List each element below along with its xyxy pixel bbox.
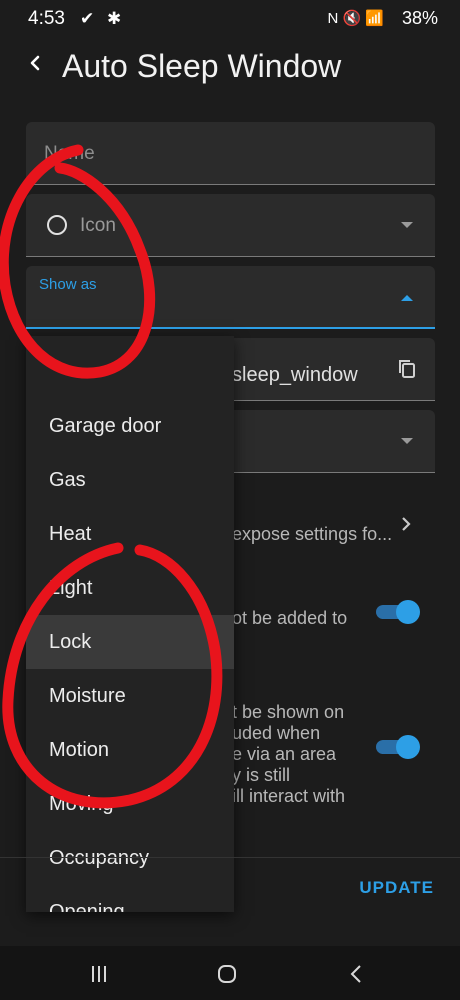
dropdown-arrow-icon[interactable] [399, 217, 415, 233]
name-field[interactable]: Name [26, 122, 435, 185]
visible-line-5: ill interact with [232, 786, 346, 806]
visible-line-3: e via an area [232, 744, 337, 764]
dropdown-item-garage-door[interactable]: Garage door [26, 399, 234, 453]
dropdown-item-cut[interactable] [26, 336, 234, 354]
entity-id-value: sleep_window [232, 364, 358, 386]
dropdown-item-moving[interactable]: Moving [26, 777, 234, 831]
icon-label: Icon [80, 215, 116, 236]
battery-percent: 38% [401, 8, 438, 28]
chevron-left-icon[interactable] [22, 48, 52, 78]
status-time: 4:53 [28, 8, 65, 29]
page-title: Auto Sleep Window [62, 48, 342, 84]
back-icon[interactable] [346, 963, 368, 985]
system-nav-bar [0, 946, 460, 1000]
show-as-field[interactable]: Show as [26, 266, 435, 329]
dropdown-item-occupancy[interactable]: Occupancy [26, 831, 234, 885]
home-icon[interactable] [216, 963, 238, 985]
dropdown-item-gas[interactable]: Gas [26, 453, 234, 507]
show-as-label: Show as [39, 276, 97, 293]
footer-divider [0, 857, 460, 858]
visible-line-1: t be shown on [232, 702, 345, 722]
dropdown-item-opening[interactable]: Opening [26, 885, 234, 912]
show-as-dropdown[interactable]: Garage door Gas Heat Light Lock Moisture… [26, 336, 234, 912]
visible-line-2: uded when [232, 723, 321, 743]
dropdown-item-heat[interactable]: Heat [26, 507, 234, 561]
dropdown-item-moisture[interactable]: Moisture [26, 669, 234, 723]
dropdown-item-light[interactable]: Light [26, 561, 234, 615]
circle-icon [47, 215, 67, 235]
visible-line-4: y is still [232, 765, 290, 785]
dropdown-arrow-up-icon[interactable] [399, 290, 415, 306]
system-icons: N 🔇 📶 [327, 10, 384, 27]
copy-icon[interactable] [397, 358, 417, 380]
update-button[interactable]: UPDATE [359, 878, 434, 898]
dropdown-item-lock[interactable]: Lock [26, 615, 234, 669]
notification-icons: ✔ ✱ [80, 9, 126, 28]
chevron-right-icon[interactable] [398, 515, 414, 533]
enabled-toggle[interactable] [376, 600, 420, 624]
area-dropdown-arrow-icon[interactable] [399, 433, 415, 449]
status-bar: 4:53 ✔ ✱ N 🔇 📶 38% [0, 0, 460, 40]
recents-icon[interactable] [88, 963, 110, 985]
name-placeholder: Name [44, 143, 95, 164]
dropdown-item-motion[interactable]: Motion [26, 723, 234, 777]
icon-field[interactable]: Icon [26, 194, 435, 257]
not-added-text: ot be added to [232, 608, 348, 628]
visible-toggle[interactable] [376, 735, 420, 759]
expose-settings-text[interactable]: expose settings fo... [232, 524, 392, 545]
visible-description: t be shown on uded when e via an area y … [232, 702, 345, 807]
